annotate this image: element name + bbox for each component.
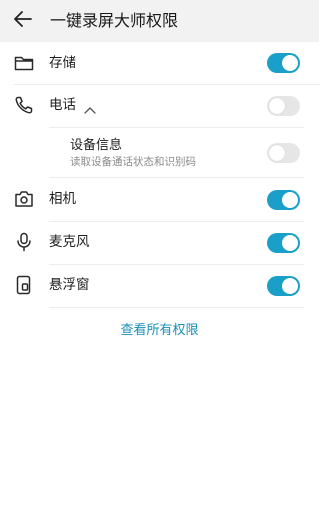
storage-toggle[interactable] <box>267 53 300 73</box>
permission-label: 悬浮窗 <box>49 277 90 293</box>
microphone-toggle[interactable] <box>267 233 300 253</box>
device-info-title: 设备信息 <box>70 138 123 153</box>
permission-label: 相机 <box>49 191 76 207</box>
divider <box>49 127 304 128</box>
camera-toggle[interactable] <box>267 190 300 210</box>
folder-icon <box>14 53 34 73</box>
permission-row-microphone[interactable]: 麦克风 <box>0 222 319 264</box>
back-button[interactable] <box>10 9 36 33</box>
permission-label: 存储 <box>49 55 76 71</box>
device-info-description: 读取设备通话状态和识别码 <box>70 156 196 168</box>
view-all-permissions-link[interactable]: 查看所有权限 <box>0 322 319 340</box>
microphone-icon <box>14 232 34 252</box>
floating-window-toggle[interactable] <box>267 276 300 296</box>
chevron-up-icon[interactable] <box>84 99 96 118</box>
permission-label: 麦克风 <box>49 234 90 250</box>
permission-row-floating-window[interactable]: 悬浮窗 <box>0 265 319 307</box>
app-header: 一键录屏大师权限 <box>0 0 319 42</box>
camera-icon <box>14 189 34 209</box>
device-info-toggle[interactable] <box>267 143 300 163</box>
divider <box>49 307 304 308</box>
phone-toggle[interactable] <box>267 96 300 116</box>
permission-row-camera[interactable]: 相机 <box>0 178 319 221</box>
permission-row-phone[interactable]: 电话 <box>0 85 319 127</box>
permission-row-storage[interactable]: 存储 <box>0 42 319 84</box>
arrow-left-icon <box>14 11 32 31</box>
page-title: 一键录屏大师权限 <box>50 11 179 30</box>
permission-label: 电话 <box>49 97 76 113</box>
phone-icon <box>14 95 34 115</box>
floating-window-icon <box>14 275 34 295</box>
